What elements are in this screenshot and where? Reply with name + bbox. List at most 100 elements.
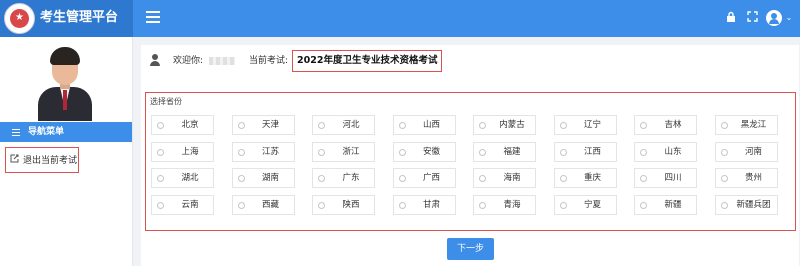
province-option[interactable]: 江西 (553, 141, 617, 162)
province-option[interactable]: 内蒙古 (473, 115, 536, 135)
welcome-row: 欢迎你: 当前考试: 2022年度卫生专业技术资格考试 (149, 50, 789, 72)
province-option[interactable]: 宁夏 (553, 194, 617, 215)
main-card: 欢迎你: 当前考试: 2022年度卫生专业技术资格考试 选择省份 北京 天津 河北山… (141, 45, 799, 266)
province-label: 河北 (342, 120, 360, 130)
province-label: 新疆 (664, 199, 682, 210)
nav-header: 导航菜单 (0, 122, 132, 142)
province-label: 天津 (261, 120, 279, 130)
province-option[interactable]: 新疆 (634, 194, 697, 215)
radio-button[interactable] (157, 201, 164, 209)
radio-button[interactable] (157, 148, 164, 156)
province-label: 福建 (503, 146, 521, 157)
radio-button[interactable] (398, 148, 406, 156)
radio-button[interactable] (318, 122, 325, 129)
province-option[interactable]: 陕西 (312, 194, 375, 215)
province-panel: 选择省份 北京 天津 河北 山西 内蒙古 辽宁 吉林 黑龙江上海 江苏 浙江 安徽 福建 江西 山东 河南湖… (145, 92, 796, 231)
radio-button[interactable] (157, 175, 164, 182)
province-option[interactable]: 浙江 (312, 141, 375, 162)
radio-button[interactable] (640, 148, 647, 156)
radio-button[interactable] (640, 175, 647, 182)
province-option[interactable]: 湖北 (151, 168, 214, 188)
radio-button[interactable] (398, 201, 406, 209)
province-label: 河南 (744, 146, 762, 157)
province-label: 甘肃 (422, 199, 440, 210)
hamburger-icon (12, 129, 20, 138)
radio-button[interactable] (479, 175, 486, 182)
province-label: 山西 (422, 120, 440, 130)
radio-button[interactable] (559, 122, 567, 129)
radio-button[interactable] (640, 122, 647, 129)
radio-button[interactable] (720, 148, 728, 156)
radio-button[interactable] (398, 122, 406, 129)
province-option[interactable]: 湖南 (231, 168, 295, 188)
province-option[interactable]: 福建 (473, 141, 536, 162)
radio-button[interactable] (559, 201, 567, 209)
exit-icon (10, 154, 20, 166)
radio-button[interactable] (720, 201, 728, 209)
province-label: 吉林 (664, 120, 682, 130)
sidebar-item-exit-exam[interactable]: 退出当前考试 (5, 147, 79, 173)
province-option[interactable]: 海南 (473, 168, 536, 188)
province-label: 四川 (664, 173, 682, 183)
radio-button[interactable] (318, 175, 325, 182)
radio-button[interactable] (318, 148, 325, 156)
radio-button[interactable] (479, 148, 486, 156)
radio-button[interactable] (559, 148, 567, 156)
fullscreen-icon[interactable] (746, 11, 758, 25)
province-option[interactable]: 西藏 (231, 194, 295, 215)
province-option[interactable]: 四川 (634, 168, 697, 188)
panel-title: 选择省份 (150, 97, 182, 106)
logo: ★ (4, 3, 35, 34)
radio-button[interactable] (237, 175, 245, 182)
person-icon (150, 54, 160, 66)
radio-button[interactable] (157, 122, 164, 129)
province-label: 江苏 (261, 146, 279, 157)
radio-button[interactable] (559, 175, 567, 182)
province-option[interactable]: 广东 (312, 168, 375, 188)
province-option[interactable]: 青海 (473, 194, 536, 215)
province-option[interactable]: 北京 (151, 115, 214, 135)
radio-button[interactable] (640, 201, 647, 209)
province-option[interactable]: 广西 (392, 168, 456, 188)
province-option[interactable]: 天津 (231, 115, 295, 135)
lock-icon[interactable] (725, 11, 737, 25)
province-option[interactable]: 云南 (151, 194, 214, 215)
radio-button[interactable] (720, 122, 728, 129)
province-label: 西藏 (261, 199, 279, 210)
radio-button[interactable] (398, 175, 406, 182)
province-label: 北京 (181, 120, 199, 130)
province-label: 内蒙古 (499, 120, 525, 130)
province-option[interactable]: 黑龙江 (714, 115, 778, 135)
radio-button[interactable] (479, 201, 486, 209)
radio-button[interactable] (720, 175, 728, 182)
province-label: 湖南 (261, 173, 279, 183)
province-option[interactable]: 山西 (392, 115, 456, 135)
app-title: 考生管理平台 (40, 10, 119, 25)
province-option[interactable]: 吉林 (634, 115, 697, 135)
menu-toggle-icon[interactable] (146, 11, 160, 25)
province-option[interactable]: 重庆 (553, 168, 617, 188)
province-label: 宁夏 (583, 199, 601, 210)
province-option[interactable]: 河北 (312, 115, 375, 135)
radio-button[interactable] (318, 201, 325, 209)
province-option[interactable]: 江苏 (231, 141, 295, 162)
province-option[interactable]: 上海 (151, 141, 214, 162)
user-avatar-icon[interactable] (766, 10, 782, 26)
province-option[interactable]: 新疆兵团 (714, 194, 778, 215)
province-option[interactable]: 甘肃 (392, 194, 456, 215)
province-label: 广东 (342, 173, 360, 183)
province-option[interactable]: 安徽 (392, 141, 456, 162)
radio-button[interactable] (237, 122, 245, 129)
province-option[interactable]: 山东 (634, 141, 697, 162)
province-option[interactable]: 贵州 (714, 168, 778, 188)
chevron-down-icon[interactable]: ⌄ (785, 11, 793, 25)
province-label: 云南 (181, 199, 199, 210)
radio-button[interactable] (237, 148, 245, 156)
next-button[interactable]: 下一步 (447, 238, 494, 260)
radio-button[interactable] (479, 122, 486, 129)
radio-button[interactable] (237, 201, 245, 209)
province-option[interactable]: 辽宁 (553, 115, 617, 135)
province-label: 新疆兵团 (736, 199, 771, 210)
sidebar: 导航菜单 退出当前考试 (0, 37, 133, 266)
province-option[interactable]: 河南 (714, 141, 778, 162)
